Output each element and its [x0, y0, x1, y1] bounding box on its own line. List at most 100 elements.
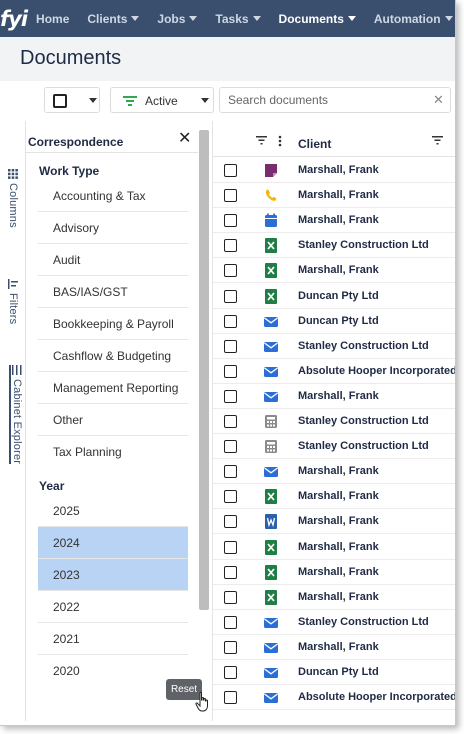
client-name[interactable]: Duncan Pty Ltd: [298, 290, 379, 302]
client-name[interactable]: Marshall, Frank: [298, 465, 379, 477]
select-all-checkbox[interactable]: [53, 94, 67, 108]
more-vert-icon[interactable]: [278, 135, 282, 147]
email-icon[interactable]: [264, 690, 278, 705]
search-input[interactable]: [219, 87, 451, 113]
client-name[interactable]: Stanley Construction Ltd: [298, 616, 429, 628]
table-row[interactable]: Marshall, Frank: [213, 509, 455, 535]
client-name[interactable]: Marshall, Frank: [298, 189, 379, 201]
row-checkbox[interactable]: [224, 264, 237, 278]
excel-icon[interactable]: [264, 288, 278, 304]
close-icon[interactable]: ✕: [433, 93, 444, 106]
table-row[interactable]: Marshall, Frank: [213, 158, 455, 183]
row-checkbox[interactable]: [224, 415, 237, 428]
tab-cabinet-explorer[interactable]: Cabinet Explorer: [9, 365, 23, 465]
email-icon[interactable]: [264, 339, 278, 354]
row-checkbox[interactable]: [224, 666, 237, 679]
client-name[interactable]: Duncan Pty Ltd: [298, 315, 379, 327]
work-type-item[interactable]: Advisory: [38, 212, 188, 244]
table-row[interactable]: Absolute Hooper Incorporated: [213, 359, 455, 384]
row-checkbox[interactable]: [224, 214, 237, 228]
table-row[interactable]: Marshall, Frank: [213, 484, 455, 510]
work-type-item[interactable]: Accounting & Tax: [38, 180, 188, 212]
client-name[interactable]: Stanley Construction Ltd: [298, 415, 429, 427]
row-checkbox[interactable]: [224, 640, 237, 654]
client-name[interactable]: Marshall, Frank: [298, 641, 379, 653]
row-checkbox[interactable]: [224, 465, 237, 479]
table-row[interactable]: Marshall, Frank: [213, 258, 455, 284]
work-type-item[interactable]: Cashflow & Budgeting: [38, 340, 188, 372]
year-item[interactable]: 2025: [38, 495, 188, 527]
nav-jobs[interactable]: Jobs: [148, 0, 206, 37]
table-row[interactable]: Marshall, Frank: [213, 585, 455, 610]
email-icon[interactable]: [264, 364, 278, 379]
row-checkbox[interactable]: [224, 239, 237, 253]
table-row[interactable]: Duncan Pty Ltd: [213, 660, 455, 685]
fyi-logo[interactable]: fyi: [0, 0, 28, 37]
email-icon[interactable]: [264, 665, 278, 680]
client-name[interactable]: Stanley Construction Ltd: [298, 440, 429, 452]
work-type-item[interactable]: Bookkeeping & Payroll: [38, 308, 188, 340]
client-name[interactable]: Marshall, Frank: [298, 566, 379, 578]
client-name[interactable]: Marshall, Frank: [298, 591, 379, 603]
client-name[interactable]: Marshall, Frank: [298, 264, 379, 276]
select-all-dropdown[interactable]: [44, 87, 100, 113]
table-row[interactable]: Marshall, Frank: [213, 459, 455, 485]
client-name[interactable]: Marshall, Frank: [298, 164, 379, 176]
table-row[interactable]: Duncan Pty Ltd: [213, 284, 455, 309]
row-checkbox[interactable]: [224, 615, 237, 629]
table-row[interactable]: Stanley Construction Ltd: [213, 233, 455, 259]
filter-icon[interactable]: [256, 136, 267, 145]
phone-icon[interactable]: [264, 188, 278, 203]
table-row[interactable]: Stanley Construction Ltd: [213, 334, 455, 359]
row-checkbox[interactable]: [224, 440, 237, 454]
row-checkbox[interactable]: [224, 314, 237, 328]
panel-scrollbar[interactable]: [199, 130, 209, 610]
nav-clients[interactable]: Clients: [78, 0, 148, 37]
row-checkbox[interactable]: [224, 364, 237, 378]
table-row[interactable]: Marshall, Frank: [213, 384, 455, 409]
client-name[interactable]: Marshall, Frank: [298, 541, 379, 553]
client-name[interactable]: Stanley Construction Ltd: [298, 239, 429, 251]
row-checkbox[interactable]: [224, 389, 237, 403]
work-type-item[interactable]: Audit: [38, 244, 188, 276]
close-icon[interactable]: ✕: [178, 131, 191, 147]
client-name[interactable]: Marshall, Frank: [298, 490, 379, 502]
row-checkbox[interactable]: [224, 490, 237, 504]
table-row[interactable]: Marshall, Frank: [213, 535, 455, 560]
nav-automation[interactable]: Automation: [365, 0, 455, 37]
client-name[interactable]: Absolute Hooper Incorporated: [298, 691, 455, 703]
row-checkbox[interactable]: [224, 289, 237, 303]
row-checkbox[interactable]: [224, 691, 237, 705]
client-name[interactable]: Duncan Pty Ltd: [298, 666, 379, 678]
excel-icon[interactable]: [264, 539, 278, 555]
email-icon[interactable]: [264, 640, 278, 655]
client-name[interactable]: Marshall, Frank: [298, 214, 379, 226]
row-checkbox[interactable]: [224, 565, 237, 579]
column-header-client[interactable]: Client: [298, 137, 331, 151]
excel-icon[interactable]: [264, 489, 278, 505]
year-item[interactable]: 2021: [38, 623, 188, 655]
year-item[interactable]: 2022: [38, 591, 188, 623]
email-icon[interactable]: [264, 615, 278, 630]
table-row[interactable]: Stanley Construction Ltd: [213, 434, 455, 460]
row-checkbox[interactable]: [224, 515, 237, 529]
row-checkbox[interactable]: [224, 590, 237, 604]
calculator-icon[interactable]: [264, 439, 278, 454]
row-checkbox[interactable]: [224, 339, 237, 353]
note-icon[interactable]: [264, 163, 278, 178]
email-icon[interactable]: [264, 464, 278, 479]
excel-icon[interactable]: [264, 238, 278, 254]
work-type-item[interactable]: Tax Planning: [38, 436, 188, 468]
row-checkbox[interactable]: [224, 540, 237, 554]
excel-icon[interactable]: [264, 589, 278, 605]
table-row[interactable]: Marshall, Frank: [213, 560, 455, 585]
year-item[interactable]: 2023: [38, 559, 188, 591]
nav-documents[interactable]: Documents: [270, 0, 365, 37]
table-row[interactable]: Stanley Construction Ltd: [213, 610, 455, 635]
table-row[interactable]: Marshall, Frank: [213, 183, 455, 209]
row-checkbox[interactable]: [224, 164, 237, 177]
table-row[interactable]: Stanley Construction Ltd: [213, 409, 455, 434]
tab-columns[interactable]: Columns: [4, 169, 22, 228]
filter-icon[interactable]: [432, 136, 443, 145]
work-type-item[interactable]: Management Reporting: [38, 372, 188, 404]
